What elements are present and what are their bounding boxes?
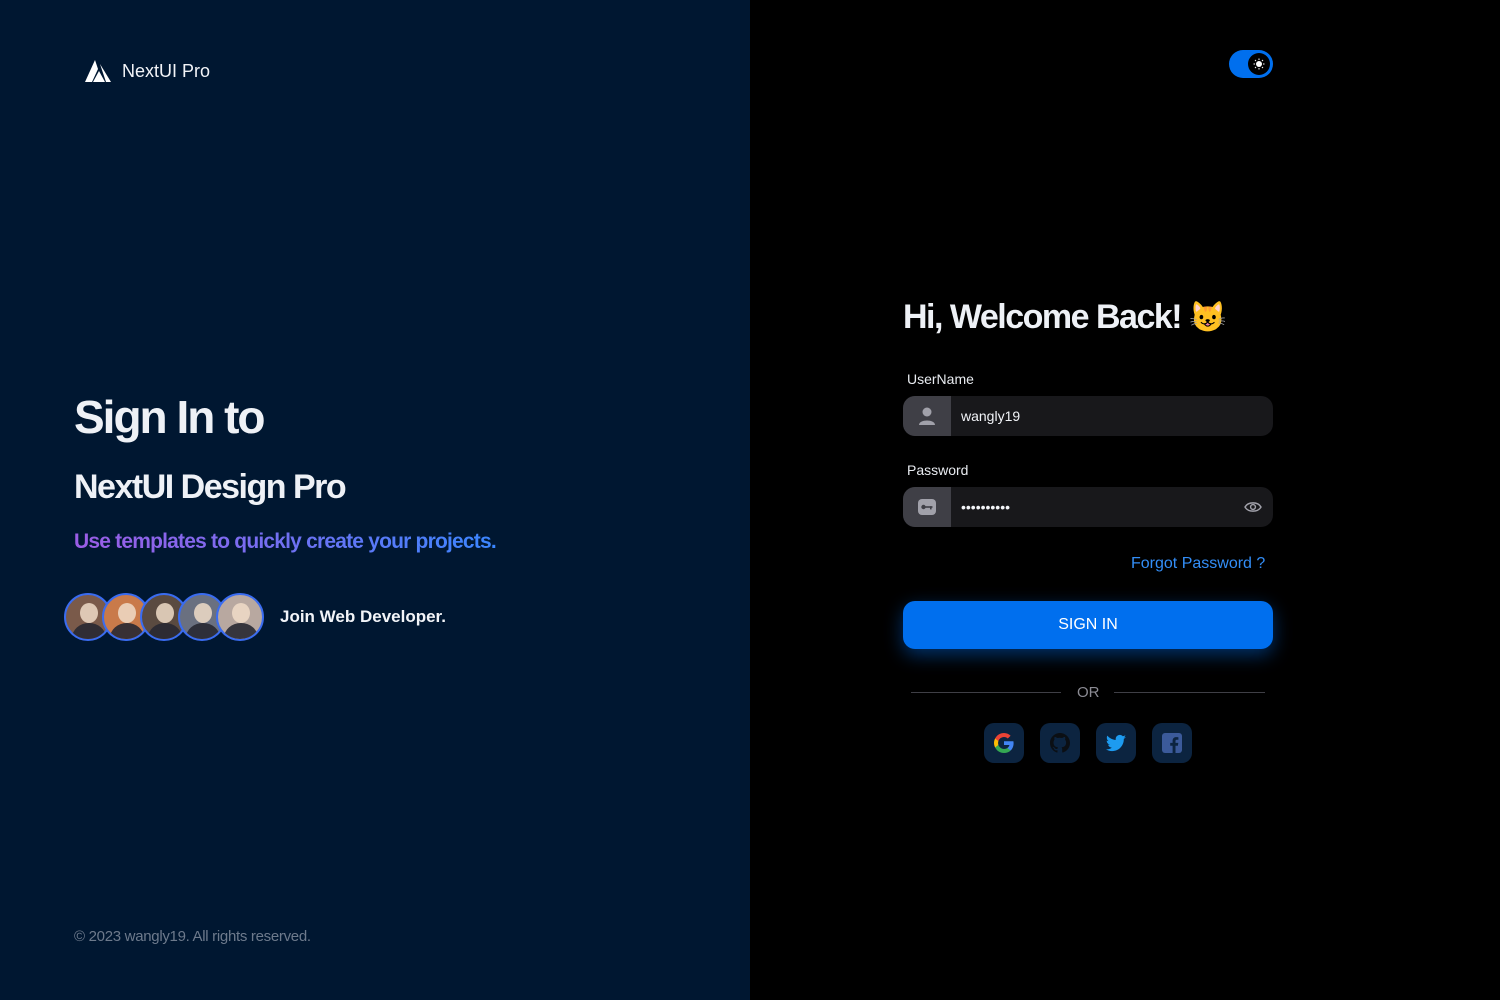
username-input[interactable]: wangly19 bbox=[951, 408, 1273, 424]
twitter-login-button[interactable] bbox=[1096, 723, 1136, 763]
cat-emoji-icon: 😺 bbox=[1189, 301, 1226, 334]
username-label: UserName bbox=[907, 371, 974, 387]
theme-toggle[interactable] bbox=[1229, 50, 1273, 78]
toggle-knob bbox=[1248, 53, 1270, 75]
facebook-login-button[interactable] bbox=[1152, 723, 1192, 763]
eye-icon[interactable] bbox=[1233, 487, 1273, 527]
divider-right bbox=[1114, 692, 1265, 693]
github-icon bbox=[1050, 733, 1070, 753]
join-text: Join Web Developer. bbox=[280, 607, 446, 626]
hero-subtitle: NextUI Design Pro bbox=[74, 468, 347, 506]
google-login-button[interactable] bbox=[984, 723, 1024, 763]
password-label: Password bbox=[907, 462, 969, 478]
forgot-password-link[interactable]: Forgot Password ? bbox=[1131, 555, 1265, 573]
avatar-group bbox=[64, 593, 264, 641]
or-divider-text: OR bbox=[1077, 684, 1100, 701]
user-icon bbox=[903, 396, 951, 436]
sign-in-button[interactable]: SIGN IN bbox=[903, 601, 1273, 649]
social-login-group bbox=[984, 723, 1192, 763]
divider-left bbox=[911, 692, 1061, 693]
left-panel: NextUI Pro Sign In to NextUI Design Pro … bbox=[0, 0, 750, 1000]
nextui-logo-icon bbox=[85, 60, 111, 82]
welcome-heading: Hi, Welcome Back! 😺 bbox=[903, 298, 1226, 337]
brand[interactable]: NextUI Pro bbox=[84, 58, 210, 84]
sun-icon bbox=[1253, 58, 1265, 70]
hero-tagline: Use templates to quickly create your pro… bbox=[74, 530, 497, 553]
facebook-icon bbox=[1162, 733, 1182, 753]
avatar bbox=[216, 593, 264, 641]
copyright: © 2023 wangly19. All rights reserved. bbox=[74, 928, 311, 945]
password-input[interactable]: •••••••••• bbox=[951, 499, 1233, 515]
twitter-icon bbox=[1105, 734, 1126, 752]
github-login-button[interactable] bbox=[1040, 723, 1080, 763]
welcome-text: Hi, Welcome Back! bbox=[903, 298, 1183, 336]
hero-title: Sign In to bbox=[74, 391, 266, 443]
password-field[interactable]: •••••••••• bbox=[903, 487, 1273, 527]
key-icon bbox=[903, 487, 951, 527]
brand-name: NextUI Pro bbox=[122, 60, 211, 81]
username-field[interactable]: wangly19 bbox=[903, 396, 1273, 436]
google-icon bbox=[994, 733, 1014, 753]
